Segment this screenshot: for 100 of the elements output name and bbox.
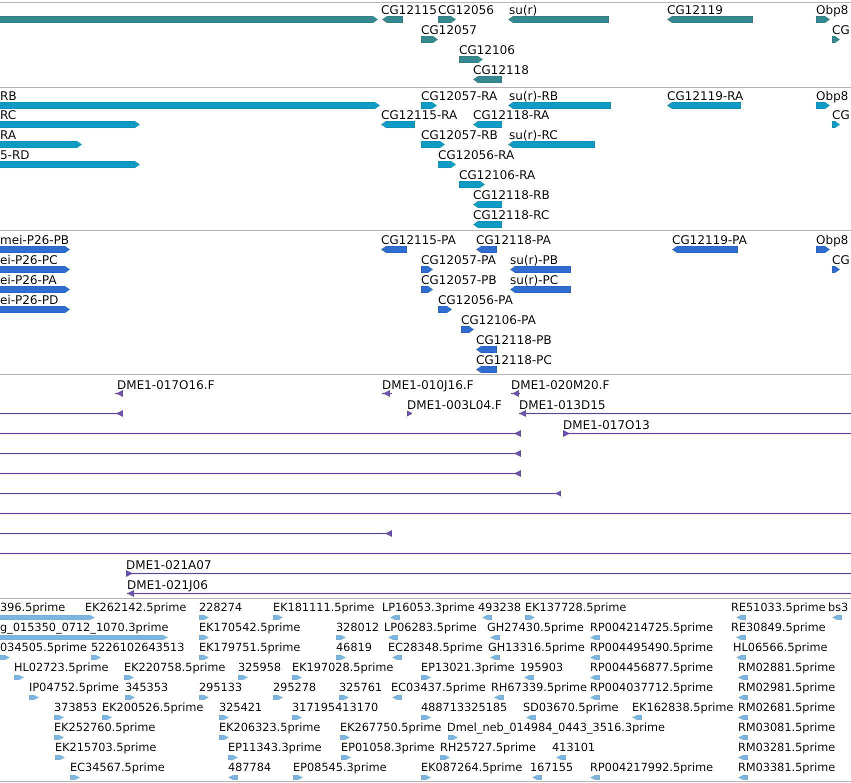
feature-label: EK170542.5prime — [199, 621, 300, 635]
feature-label: su(r)-PC — [510, 273, 558, 287]
feature-label: EK215703.5prime — [55, 741, 156, 755]
feature-label: 396.5prime — [0, 601, 66, 615]
feature-label: HL02723.5prime — [14, 661, 108, 675]
feature-label: DME1-020M20.F — [511, 378, 610, 392]
feature-label: RP004214725.5prime — [590, 621, 714, 635]
feature-label: RE30849.5prime — [731, 621, 826, 635]
feature-label: LP06283.5prime — [384, 621, 477, 635]
feature-label: RP004037712.5prime — [590, 681, 714, 695]
feature-label: LP16053.3prime — [382, 601, 475, 615]
feature-label: CG12106-PA — [461, 313, 536, 327]
feature-label: RM03281.5prime — [738, 741, 836, 755]
feature-label: CG12118-PA — [476, 233, 551, 247]
feature-label: RP004456877.5prime — [590, 661, 714, 675]
feature-label: RA — [0, 128, 16, 142]
feature-label: EK206323.5prime — [219, 721, 320, 735]
feature-label: RP004217992.5prime — [590, 761, 714, 775]
feature-label: 325421 — [219, 701, 262, 715]
feature-label: RE51033.5prime — [731, 601, 826, 615]
feature-label: RB — [0, 89, 17, 103]
feature-label: 5226102643513 — [91, 641, 184, 655]
feature-label: Obp8 — [816, 3, 848, 17]
feature-label: DME1-021A07 — [126, 558, 212, 572]
feature-label: SD03670.5prime — [523, 701, 618, 715]
feature-label: RM02881.5prime — [738, 661, 836, 675]
feature-label: EK262142.5prime — [85, 601, 186, 615]
feature-label: Obp8 — [816, 233, 848, 247]
feature-label: CG12115-PA — [381, 233, 456, 247]
feature-label: RM02981.5prime — [738, 681, 836, 695]
feature-label: EK252760.5prime — [54, 721, 156, 735]
feature-label: su(r)-RB — [509, 89, 558, 103]
feature-label: IP04752.5prime — [29, 681, 119, 695]
feature-label: 195903 — [520, 661, 564, 675]
feature-label: ei-P26-PA — [0, 273, 57, 287]
feature-label: 317195413170 — [292, 701, 378, 715]
feature-label: EK267750.5prime — [340, 721, 442, 735]
feature-label: CG — [832, 253, 850, 267]
feature-label: RM03381.5prime — [738, 761, 836, 775]
feature-label: CG12106 — [459, 43, 515, 57]
feature-label: EK087264.5prime — [421, 761, 522, 775]
feature-label: Obp8 — [816, 89, 848, 103]
feature-label: CG12057-PB — [421, 273, 497, 287]
feature-label: DME1-017O13 — [563, 418, 650, 432]
feature-label: 325761 — [339, 681, 382, 695]
feature-label: EK179751.5prime — [199, 641, 300, 655]
feature-label: g_015350_0712_1070.3prime — [0, 621, 168, 635]
feature-label: DME1-010J16.F — [382, 378, 474, 392]
feature-label: CG12057-RA — [421, 89, 498, 103]
feature-label: EP11343.3prime — [228, 741, 322, 755]
feature-label: CG12118-RA — [473, 108, 550, 122]
feature-label: CG12057-PA — [421, 253, 496, 267]
feature-label: CG12118-RB — [473, 188, 550, 202]
feature-label: bs3 — [828, 601, 848, 615]
feature-label: HL06566.5prime — [733, 641, 828, 655]
feature-label: su(r)-PB — [510, 253, 558, 267]
feature-label: CG12118-PC — [476, 353, 552, 367]
feature-label: CG12119 — [667, 3, 723, 17]
feature-label: 487784 — [228, 761, 272, 775]
feature-label: CG12119-RA — [667, 89, 744, 103]
feature-label: RP004495490.5prime — [590, 641, 714, 655]
feature-label: CG12115 — [381, 3, 437, 17]
feature-label: CG — [832, 108, 850, 122]
feature-label: CG — [832, 23, 850, 37]
feature-label: 325958 — [238, 661, 282, 675]
feature-label: EC03437.5prime — [391, 681, 486, 695]
feature-label: EP01058.3prime — [341, 741, 435, 755]
feature-label: RM02681.5prime — [738, 701, 836, 715]
feature-label: DME1-003L04.F — [407, 398, 502, 412]
feature-label: CG12056-PA — [438, 293, 513, 307]
feature-label: 328012 — [336, 621, 380, 635]
feature-label: CG12056-RA — [438, 148, 514, 162]
feature-label: 46819 — [336, 641, 372, 655]
feature-label: CG12056 — [438, 3, 494, 17]
feature-label: RH25727.5prime — [440, 741, 536, 755]
feature-label: DME1-021J06 — [127, 578, 208, 592]
feature-label: EK197028.5prime — [292, 661, 394, 675]
feature-label: CG12057-RB — [421, 128, 498, 142]
feature-label: ei-P26-PC — [0, 253, 58, 267]
feature-label: DME1-013D15 — [519, 398, 606, 412]
feature-label: EC28348.5prime — [388, 641, 483, 655]
feature-label: 488713325185 — [421, 701, 508, 715]
feature-label: GH27430.5prime — [487, 621, 584, 635]
feature-label: 228274 — [199, 601, 242, 615]
feature-label: CG12119-PA — [672, 233, 747, 247]
feature-label: 295278 — [273, 681, 316, 695]
feature-label: 167155 — [530, 761, 574, 775]
feature-label: CG12106-RA — [459, 168, 536, 182]
feature-label: EK181111.5prime — [273, 601, 374, 615]
feature-label: 373853 — [54, 701, 98, 715]
feature-label: DME1-017O16.F — [117, 378, 214, 392]
feature-label: 493238 — [478, 601, 522, 615]
feature-label: RC — [0, 108, 16, 122]
feature-label: su(r)-RC — [509, 128, 558, 142]
feature-label: EP13021.3prime — [421, 661, 515, 675]
feature-label: ei-P26-PD — [0, 293, 58, 307]
feature-label: 034505.5prime — [0, 641, 87, 655]
feature-label: 345353 — [125, 681, 168, 695]
feature-label: CG12118 — [473, 63, 529, 77]
feature-label: EP08545.3prime — [293, 761, 387, 775]
